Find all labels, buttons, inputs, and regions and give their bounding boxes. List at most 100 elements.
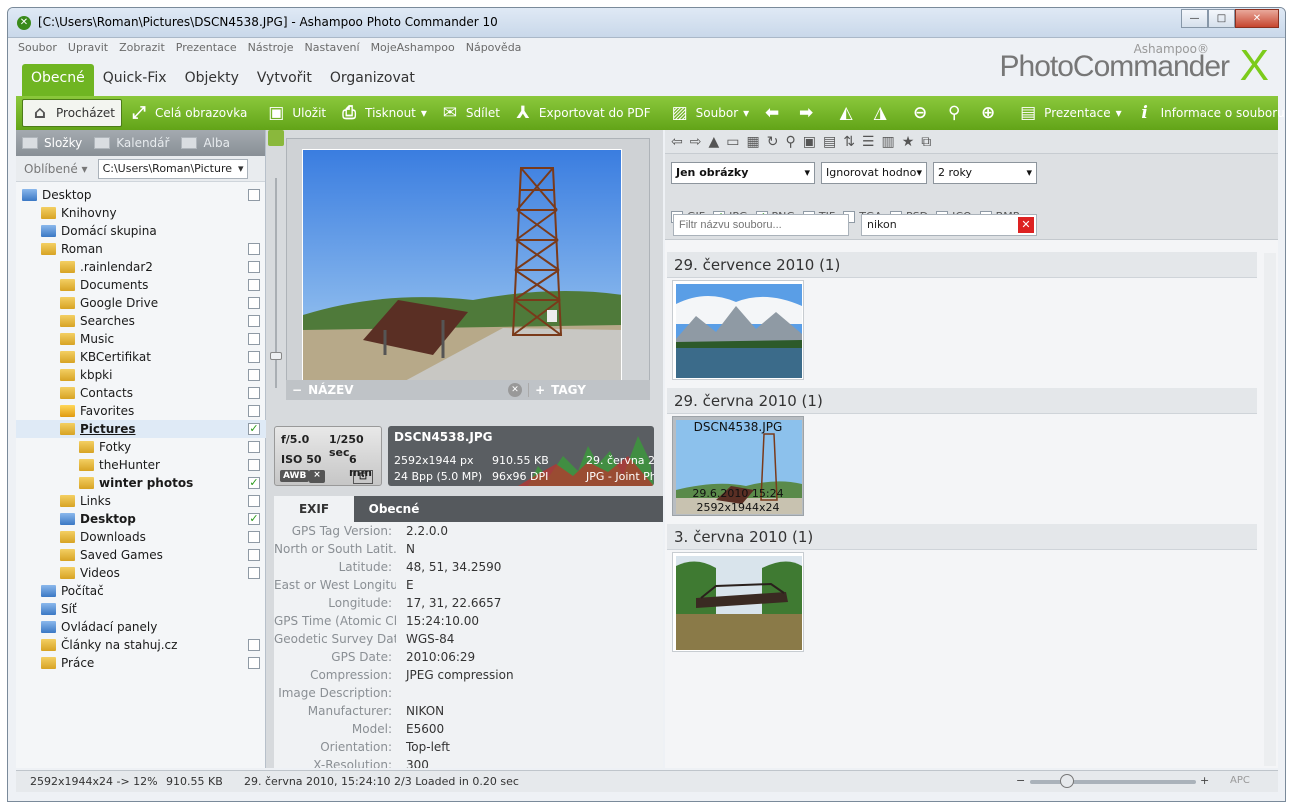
tab-obecne[interactable]: Obecné xyxy=(22,64,94,96)
tree-checkbox[interactable] xyxy=(248,495,260,507)
tree-checkbox[interactable] xyxy=(248,351,260,363)
clear-icon[interactable]: ✕ xyxy=(508,383,523,397)
pdf-export-button[interactable]: ⅄ Exportovat do PDF xyxy=(506,99,657,127)
tab-quickfix[interactable]: Quick-Fix xyxy=(94,64,176,96)
new-folder-icon[interactable]: ▤ xyxy=(823,134,836,150)
tree-item[interactable]: Fotky xyxy=(16,438,266,456)
menu-nastaveni[interactable]: Nastavení xyxy=(305,41,360,57)
details-icon[interactable]: ▥ xyxy=(881,134,894,150)
preview-zoom-slider[interactable] xyxy=(268,138,284,408)
thumbnail-selected[interactable]: DSCN4538.JPG 29.6.2010 15:24 2592x1944x2… xyxy=(672,416,804,516)
maximize-button[interactable]: □ xyxy=(1208,9,1235,28)
tree-item[interactable]: Links xyxy=(16,492,266,510)
favorites-dropdown[interactable]: Oblíbené ▾ xyxy=(24,162,88,176)
back-button[interactable]: ⬅ xyxy=(755,99,789,127)
star-icon[interactable]: ★ xyxy=(902,134,915,150)
tree-checkbox[interactable]: ✓ xyxy=(248,513,260,525)
tree-item[interactable]: Saved Games xyxy=(16,546,266,564)
tree-item[interactable]: Články na stahuj.cz xyxy=(16,636,266,654)
tab-organizovat[interactable]: Organizovat xyxy=(321,64,424,96)
group-header[interactable]: 3. června 2010 (1) xyxy=(667,524,1257,550)
group-header[interactable]: 29. července 2010 (1) xyxy=(667,252,1257,278)
slideshow-button[interactable]: ▤ Prezentace ▾ xyxy=(1011,99,1127,127)
grid-icon[interactable]: ▦ xyxy=(746,134,759,150)
menu-prezentace[interactable]: Prezentace xyxy=(176,41,237,57)
tree-checkbox[interactable] xyxy=(248,441,260,453)
thumbnail-size-slider[interactable] xyxy=(1030,780,1196,784)
tree-checkbox[interactable] xyxy=(248,387,260,399)
file-menu-button[interactable]: ▨ Soubor ▾ xyxy=(663,99,756,127)
refresh-icon[interactable]: ↻ xyxy=(767,134,779,150)
tab-general[interactable]: Obecné xyxy=(354,496,434,522)
tab-albums[interactable]: Alba xyxy=(181,136,230,150)
tree-item[interactable]: Music xyxy=(16,330,266,348)
find-folder-icon[interactable]: ▣ xyxy=(803,134,816,150)
menu-soubor[interactable]: Soubor xyxy=(18,41,57,57)
tree-item[interactable]: Desktop ✓ xyxy=(16,510,266,528)
thumbnail[interactable] xyxy=(672,552,804,652)
clear-filter-icon[interactable]: ✕ xyxy=(1018,217,1034,233)
zoom-out-button[interactable]: ⊖ xyxy=(903,99,937,127)
menu-mojeashampoo[interactable]: MojeAshampoo xyxy=(371,41,455,57)
zoom-out-mini-icon[interactable]: − xyxy=(1016,774,1025,787)
tab-vytvorit[interactable]: Vytvořit xyxy=(248,64,321,96)
save-button[interactable]: ▣ Uložit xyxy=(259,99,332,127)
tree-checkbox[interactable]: ✓ xyxy=(248,423,260,435)
tab-objekty[interactable]: Objekty xyxy=(176,64,248,96)
tree-checkbox[interactable] xyxy=(248,369,260,381)
print-button[interactable]: ⎙ Tisknout ▾ xyxy=(332,99,433,127)
browse-button[interactable]: ⌂ Procházet xyxy=(22,99,122,127)
name-collapse-button[interactable]: − xyxy=(286,383,308,397)
tree-item[interactable]: Ovládací panely xyxy=(16,618,266,636)
tree-item[interactable]: Knihovny xyxy=(16,204,266,222)
type-filter-select[interactable]: Jen obrázky xyxy=(671,162,815,184)
keyword-filter-input[interactable]: nikon ✕ xyxy=(861,214,1037,236)
flip-horizontal-button[interactable]: ◭ xyxy=(829,99,863,127)
tab-calendar[interactable]: Kalendář xyxy=(94,136,169,150)
tab-exif[interactable]: EXIF xyxy=(274,496,354,522)
tree-checkbox[interactable] xyxy=(248,243,260,255)
preview-image[interactable] xyxy=(302,149,622,381)
tree-checkbox[interactable]: ✓ xyxy=(248,477,260,489)
tree-item[interactable]: Desktop xyxy=(16,186,266,204)
tags-add-button[interactable]: + xyxy=(528,383,551,397)
tree-checkbox[interactable] xyxy=(248,315,260,327)
tree-item[interactable]: Google Drive xyxy=(16,294,266,312)
tree-checkbox[interactable] xyxy=(248,297,260,309)
slider-thumb[interactable] xyxy=(270,352,282,360)
tree-checkbox[interactable] xyxy=(248,639,260,651)
path-combobox[interactable]: C:\Users\Roman\Picture xyxy=(97,158,248,179)
tree-item[interactable]: Roman xyxy=(16,240,266,258)
tree-item[interactable]: Contacts xyxy=(16,384,266,402)
tree-item[interactable]: Videos xyxy=(16,564,266,582)
tree-item[interactable]: Searches xyxy=(16,312,266,330)
sort-icon[interactable]: ⇅ xyxy=(843,134,855,150)
tree-item[interactable]: Favorites xyxy=(16,402,266,420)
fullscreen-button[interactable]: ⤢ Celá obrazovka xyxy=(122,99,253,127)
share-button[interactable]: ✉ Sdílet xyxy=(433,99,506,127)
back-icon[interactable]: ⇦ xyxy=(671,134,683,150)
tree-checkbox[interactable] xyxy=(248,567,260,579)
tree-item[interactable]: Práce xyxy=(16,654,266,672)
tree-item[interactable]: Documents xyxy=(16,276,266,294)
zoom-in-button[interactable]: ⊕ xyxy=(971,99,1005,127)
forward-icon[interactable]: ⇨ xyxy=(690,134,702,150)
tree-item[interactable]: kbpki xyxy=(16,366,266,384)
tree-checkbox[interactable] xyxy=(248,549,260,561)
menu-nastroje[interactable]: Nástroje xyxy=(248,41,294,57)
close-button[interactable]: ✕ xyxy=(1235,9,1279,28)
menu-napoveda[interactable]: Nápověda xyxy=(466,41,522,57)
tree-checkbox[interactable] xyxy=(248,657,260,669)
tree-item[interactable]: winter photos ✓ xyxy=(16,474,266,492)
tab-folders[interactable]: Složky xyxy=(22,136,82,150)
forward-button[interactable]: ➡ xyxy=(789,99,823,127)
tree-checkbox[interactable] xyxy=(248,459,260,471)
file-info-button[interactable]: i Informace o souboru xyxy=(1128,99,1285,127)
period-filter-select[interactable]: 2 roky xyxy=(933,162,1037,184)
tree-checkbox[interactable] xyxy=(248,531,260,543)
tree-item[interactable]: Počítač xyxy=(16,582,266,600)
tree-checkbox[interactable] xyxy=(248,333,260,345)
list-icon[interactable]: ☰ xyxy=(862,134,875,150)
minimize-button[interactable]: — xyxy=(1181,9,1208,28)
thumbnail-scrollbar[interactable] xyxy=(1264,253,1276,766)
